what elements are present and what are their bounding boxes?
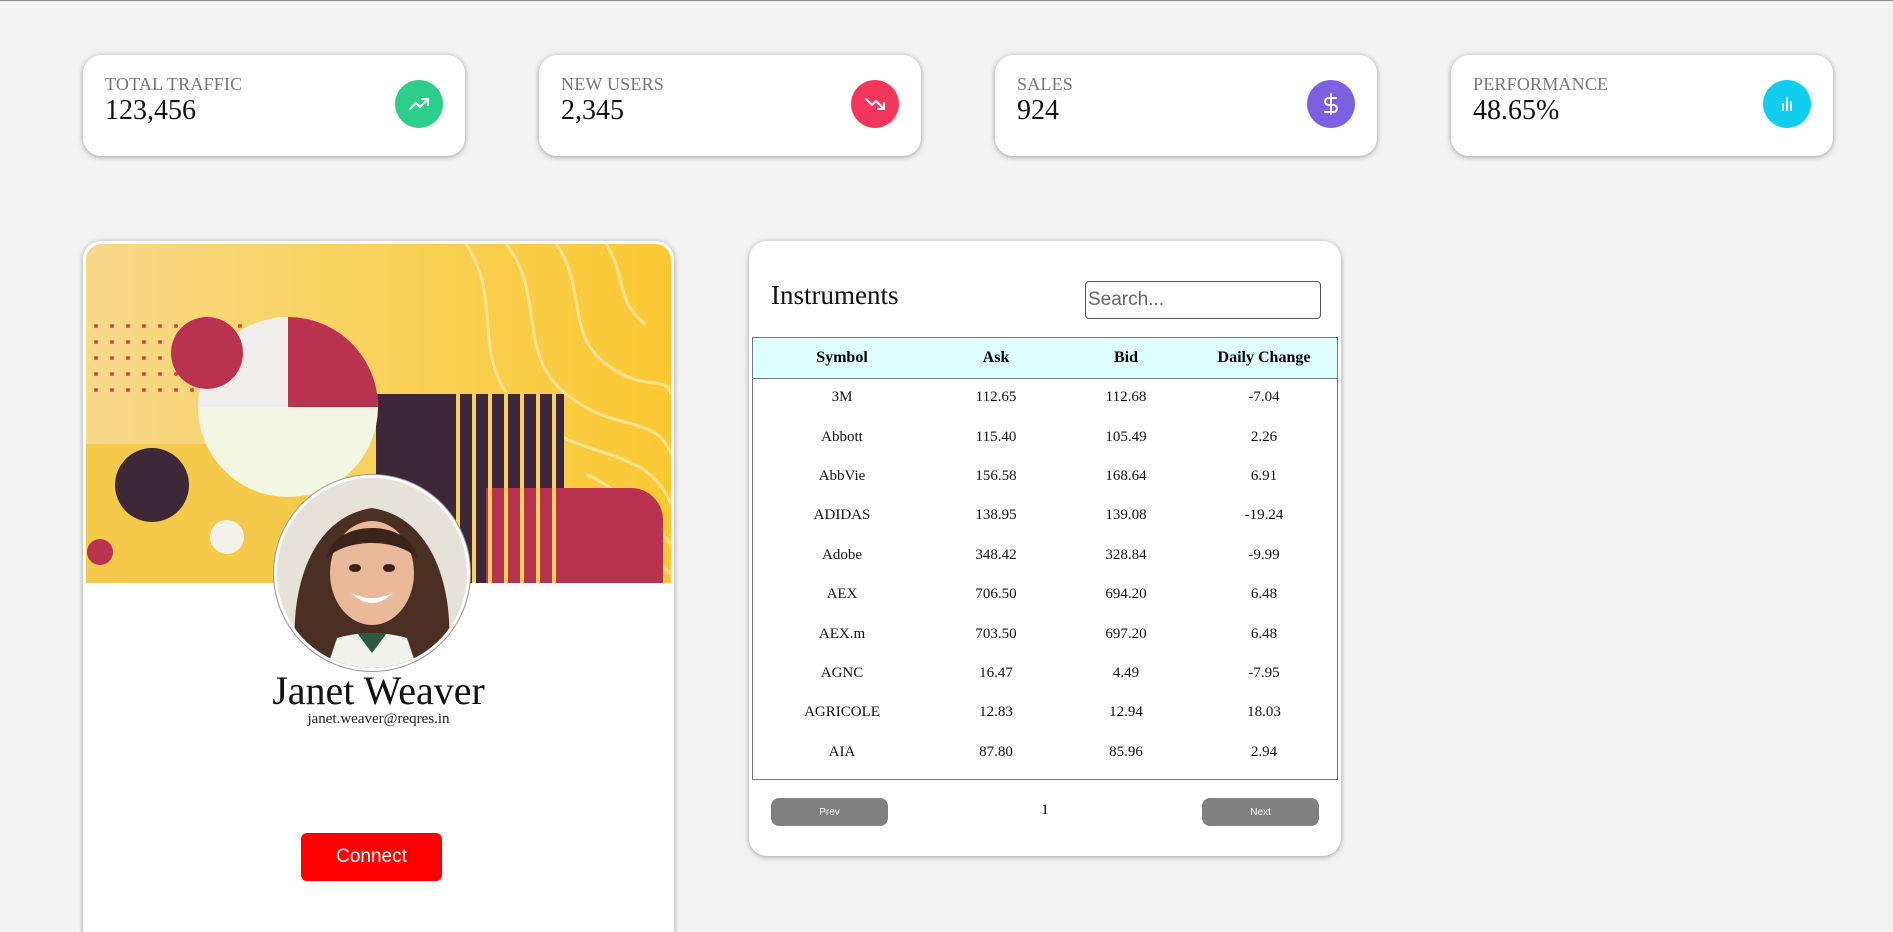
- avatar: [274, 475, 470, 671]
- instruments-card: Instruments Symbol Ask Bid Daily Change …: [749, 241, 1341, 856]
- prev-button[interactable]: Prev: [771, 798, 888, 826]
- stat-card-sales: SALES 924: [995, 55, 1377, 156]
- profile-card: Janet Weaver janet.weaver@reqres.in Conn…: [83, 241, 674, 932]
- stat-card-performance: PERFORMANCE 48.65%: [1451, 55, 1833, 156]
- cell-ask: 348.42: [975, 546, 1017, 563]
- dollar-icon: [1307, 80, 1355, 128]
- cell-bid: 105.49: [1105, 428, 1147, 445]
- cell-daily-change: -19.24: [1244, 507, 1284, 524]
- table-row: Abbott 115.40 105.49 2.26: [753, 417, 1337, 456]
- stat-value: 2,345: [561, 95, 624, 126]
- cell-bid: 328.84: [1105, 546, 1147, 563]
- cell-bid: 694.20: [1105, 586, 1147, 603]
- cell-symbol: Abbott: [821, 428, 863, 445]
- page-number: 1: [1041, 802, 1049, 818]
- stat-label: SALES: [1017, 74, 1074, 94]
- cell-symbol: AIA: [828, 743, 856, 760]
- table-row: ADIDAS 138.95 139.08 -19.24: [753, 496, 1337, 535]
- cell-daily-change: 18.03: [1247, 704, 1281, 721]
- cell-symbol: AEX: [826, 586, 858, 603]
- cell-daily-change: 6.48: [1250, 625, 1278, 642]
- column-header-ask[interactable]: Ask: [931, 338, 1061, 378]
- cell-ask: 138.95: [975, 507, 1017, 524]
- table-row: AGNC 16.47 4.49 -7.95: [753, 654, 1337, 693]
- stat-card-total-traffic: TOTAL TRAFFIC 123,456: [83, 55, 465, 156]
- cell-bid: 4.49: [1112, 664, 1140, 681]
- table-row: AbbVie 156.58 168.64 6.91: [753, 457, 1337, 496]
- cell-daily-change: -7.04: [1248, 389, 1280, 406]
- table-row: 3M 112.65 112.68 -7.04: [753, 378, 1337, 417]
- stat-value: 48.65%: [1473, 95, 1560, 126]
- cell-daily-change: -7.95: [1248, 664, 1280, 681]
- cell-ask: 115.40: [975, 428, 1017, 445]
- stat-label: TOTAL TRAFFIC: [105, 74, 243, 94]
- stat-label: NEW USERS: [561, 74, 664, 94]
- cell-ask: 112.65: [975, 389, 1017, 406]
- search-input[interactable]: [1085, 281, 1321, 319]
- cell-symbol: AEX.m: [818, 625, 866, 642]
- table-row: AEX.m 703.50 697.20 6.48: [753, 614, 1337, 653]
- stat-label: PERFORMANCE: [1473, 74, 1609, 94]
- bar-chart-icon: [1763, 80, 1811, 128]
- cell-symbol: AbbVie: [818, 467, 866, 484]
- cell-ask: 156.58: [975, 467, 1017, 484]
- instruments-table: Symbol Ask Bid Daily Change 3M 112.65 112.…: [752, 337, 1338, 780]
- table-row: AGRICOLE 12.83 12.94 18.03: [753, 693, 1337, 732]
- table-row: Adobe 348.42 328.84 -9.99: [753, 536, 1337, 575]
- cell-ask: 87.80: [979, 743, 1013, 760]
- next-button[interactable]: Next: [1202, 798, 1319, 826]
- cell-symbol: Adobe: [822, 546, 862, 563]
- cell-symbol: 3M: [831, 389, 853, 406]
- cell-symbol: AGRICOLE: [804, 704, 880, 721]
- profile-name: Janet Weaver: [272, 668, 485, 713]
- cell-daily-change: 6.91: [1250, 467, 1278, 484]
- column-header-symbol[interactable]: Symbol: [753, 338, 931, 378]
- cell-ask: 706.50: [975, 586, 1017, 603]
- column-header-daily-change[interactable]: Daily Change: [1191, 338, 1337, 378]
- cell-bid: 697.20: [1105, 625, 1147, 642]
- cell-daily-change: 6.48: [1250, 586, 1278, 603]
- cell-bid: 139.08: [1105, 507, 1147, 524]
- stat-value: 123,456: [105, 95, 196, 126]
- column-header-bid[interactable]: Bid: [1061, 338, 1191, 378]
- cell-symbol: AGNC: [820, 664, 864, 681]
- table-row: AIA 87.80 85.96 2.94: [753, 733, 1337, 772]
- cell-daily-change: -9.99: [1248, 546, 1280, 563]
- cell-daily-change: 2.94: [1250, 743, 1278, 760]
- cell-ask: 12.83: [979, 704, 1013, 721]
- cell-daily-change: 2.26: [1250, 428, 1278, 445]
- cell-symbol: ADIDAS: [813, 507, 871, 524]
- cell-ask: 16.47: [979, 664, 1013, 681]
- instruments-title: Instruments: [771, 280, 899, 310]
- table-row: AEX 706.50 694.20 6.48: [753, 575, 1337, 614]
- cell-bid: 112.68: [1105, 389, 1147, 406]
- stat-card-new-users: NEW USERS 2,345: [539, 55, 921, 156]
- cell-bid: 12.94: [1109, 704, 1143, 721]
- cell-ask: 703.50: [975, 625, 1017, 642]
- cell-bid: 85.96: [1109, 743, 1143, 760]
- cell-bid: 168.64: [1105, 467, 1147, 484]
- trending-up-icon: [395, 80, 443, 128]
- profile-email: janet.weaver@reqres.in: [307, 711, 450, 727]
- stat-value: 924: [1017, 95, 1059, 126]
- table-header-row: Symbol Ask Bid Daily Change: [753, 338, 1337, 378]
- trending-down-icon: [851, 80, 899, 128]
- connect-button[interactable]: Connect: [301, 833, 442, 881]
